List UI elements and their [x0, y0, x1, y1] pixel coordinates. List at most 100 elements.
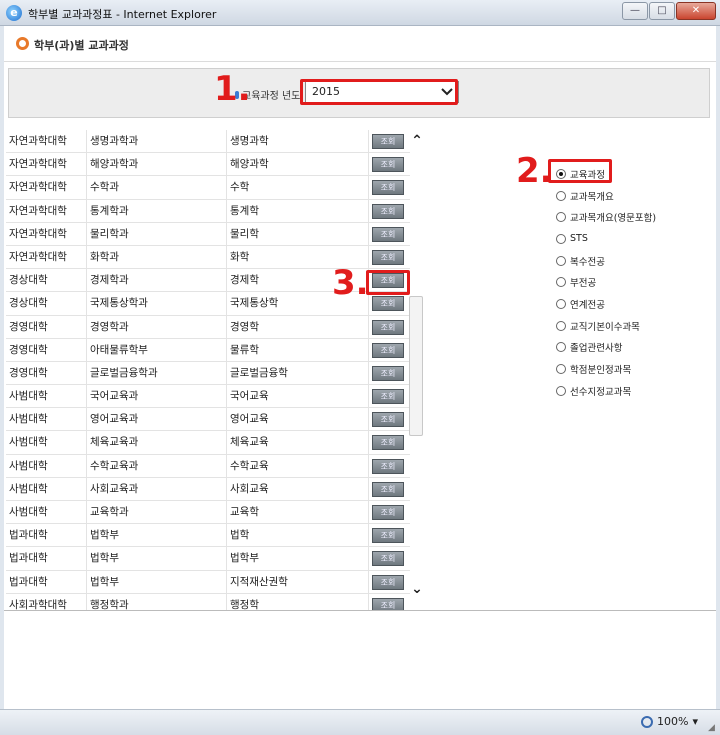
major-cell: 국어교육 — [226, 385, 368, 409]
scroll-down-arrow-icon[interactable]: ⌄ — [410, 582, 424, 596]
view-button[interactable]: 조회 — [372, 134, 404, 149]
option-radio-item[interactable]: STS — [556, 228, 656, 250]
page-title: 학부(과)별 교과과정 — [34, 39, 129, 52]
college-cell: 법과대학 — [9, 529, 48, 542]
view-button[interactable]: 조회 — [372, 319, 404, 335]
radio-unchecked-icon[interactable] — [556, 342, 566, 353]
radio-unchecked-icon[interactable] — [556, 385, 566, 396]
department-cell: 국제통상학과 — [86, 292, 226, 316]
view-button[interactable]: 조회 — [372, 203, 404, 219]
department-cell: 법학부 — [86, 524, 226, 548]
option-label: 교과목개요 — [570, 191, 614, 203]
view-button[interactable]: 조회 — [372, 551, 404, 567]
table-row: 자연과학대학 통계학과 통계학 조회 — [6, 199, 410, 223]
content-divider — [4, 610, 716, 611]
maximize-button[interactable]: □ — [649, 2, 675, 20]
resize-grip-icon[interactable]: ◢ — [708, 723, 718, 733]
college-cell: 사범대학 — [9, 482, 48, 495]
college-cell: 사범대학 — [9, 390, 48, 403]
close-button[interactable]: ✕ — [676, 2, 716, 20]
college-cell: 자연과학대학 — [9, 204, 67, 217]
view-button[interactable]: 조회 — [372, 157, 404, 173]
table-row: 자연과학대학 생명과학과 생명과학 조회 — [6, 130, 410, 154]
option-radio-item[interactable]: 연계전공 — [556, 293, 656, 315]
view-button[interactable]: 조회 — [372, 389, 404, 405]
major-cell: 물류학 — [226, 338, 368, 362]
view-button[interactable]: 조회 — [372, 412, 404, 428]
table-row: 사범대학 교육학과 교육학 조회 — [6, 501, 410, 525]
table-row: 사범대학 영어교육과 영어교육 조회 — [6, 408, 410, 432]
department-cell: 해양과학과 — [86, 153, 226, 177]
table-row: 법과대학 법학부 법학 조회 — [6, 524, 410, 548]
option-radio-item[interactable]: 학점분인정과목 — [556, 358, 656, 380]
view-button[interactable]: 조회 — [372, 458, 404, 474]
major-cell: 통계학 — [226, 199, 368, 223]
major-cell: 수학 — [226, 176, 368, 200]
annotation-number-2: 2. — [516, 151, 553, 191]
radio-unchecked-icon[interactable] — [556, 364, 566, 375]
radio-unchecked-icon[interactable] — [556, 190, 566, 201]
page-content: 학부(과)별 교과과정 교육과정 년도 2015 자연과학대학 생명과학과 생명과학… — [4, 26, 716, 709]
view-button[interactable]: 조회 — [372, 597, 404, 610]
internet-explorer-icon: e — [6, 5, 22, 21]
view-button[interactable]: 조회 — [372, 505, 404, 520]
scrollbar-thumb[interactable] — [409, 296, 423, 436]
view-button[interactable]: 조회 — [372, 226, 404, 242]
option-radio-item[interactable]: 교직기본이수과목 — [556, 315, 656, 337]
zoom-dropdown-icon: ▾ — [692, 715, 698, 728]
college-cell: 경영대학 — [9, 366, 48, 379]
view-button[interactable]: 조회 — [372, 180, 404, 196]
college-cell: 사범대학 — [9, 436, 48, 449]
view-button[interactable]: 조회 — [372, 296, 404, 312]
college-cell: 사범대학 — [9, 413, 48, 426]
radio-unchecked-icon[interactable] — [556, 277, 566, 288]
table-row: 자연과학대학 수학과 수학 조회 — [6, 176, 410, 200]
college-cell: 사회과학대학 — [9, 598, 67, 610]
view-button[interactable]: 조회 — [372, 574, 404, 590]
option-radio-item[interactable]: 부전공 — [556, 271, 656, 293]
table-row: 자연과학대학 해양과학과 해양과학 조회 — [6, 153, 410, 177]
view-button[interactable]: 조회 — [372, 249, 404, 265]
table-row: 법과대학 법학부 법학부 조회 — [6, 547, 410, 571]
view-button[interactable]: 조회 — [372, 435, 404, 451]
major-cell: 생명과학 — [226, 130, 368, 153]
college-cell: 경영대학 — [9, 343, 48, 356]
major-cell: 경영학 — [226, 315, 368, 339]
department-cell: 영어교육과 — [86, 408, 226, 432]
table-row: 사범대학 수학교육과 수학교육 조회 — [6, 454, 410, 478]
annotation-box-2 — [548, 159, 612, 183]
table-row: 법과대학 법학부 지적재산권학 조회 — [6, 570, 410, 594]
view-button[interactable]: 조회 — [372, 342, 404, 358]
option-radio-item[interactable]: 교과목개요 — [556, 185, 656, 207]
window-titlebar: e 학부별 교과과정표 - Internet Explorer — □ ✕ — [0, 0, 720, 26]
department-cell: 사회교육과 — [86, 477, 226, 501]
option-radio-item[interactable]: 교과목개요(영문포함) — [556, 206, 656, 228]
radio-unchecked-icon[interactable] — [556, 255, 566, 266]
table-row: 사범대학 체육교육과 체육교육 조회 — [6, 431, 410, 455]
college-cell: 자연과학대학 — [9, 135, 67, 147]
table-row: 경영대학 아태물류학부 물류학 조회 — [6, 338, 410, 362]
radio-unchecked-icon[interactable] — [556, 298, 566, 309]
option-label: 교과목개요(영문포함) — [570, 213, 657, 225]
college-cell: 법과대학 — [9, 575, 48, 588]
circle-bullet-icon — [16, 37, 29, 50]
option-radio-item[interactable]: 졸업관련사항 — [556, 337, 656, 359]
view-button[interactable]: 조회 — [372, 528, 404, 544]
department-cell: 체육교육과 — [86, 431, 226, 455]
zoom-control[interactable]: 100% ▾ — [641, 715, 698, 728]
department-cell: 국어교육과 — [86, 385, 226, 409]
radio-unchecked-icon[interactable] — [556, 320, 566, 331]
status-bar: 100% ▾ ◢ — [0, 709, 720, 735]
view-button[interactable]: 조회 — [372, 365, 404, 381]
radio-unchecked-icon[interactable] — [556, 233, 566, 244]
option-radio-item[interactable]: 선수지정교과목 — [556, 380, 656, 402]
radio-unchecked-icon[interactable] — [556, 212, 566, 223]
scroll-up-arrow-icon[interactable]: ⌃ — [410, 134, 424, 148]
option-radio-item[interactable]: 복수전공 — [556, 250, 656, 272]
college-cell: 법과대학 — [9, 552, 48, 565]
college-cell: 경상대학 — [9, 274, 48, 287]
department-cell: 생명과학과 — [86, 130, 226, 153]
view-button[interactable]: 조회 — [372, 481, 404, 497]
minimize-button[interactable]: — — [622, 2, 648, 20]
college-cell: 사범대학 — [9, 459, 48, 472]
